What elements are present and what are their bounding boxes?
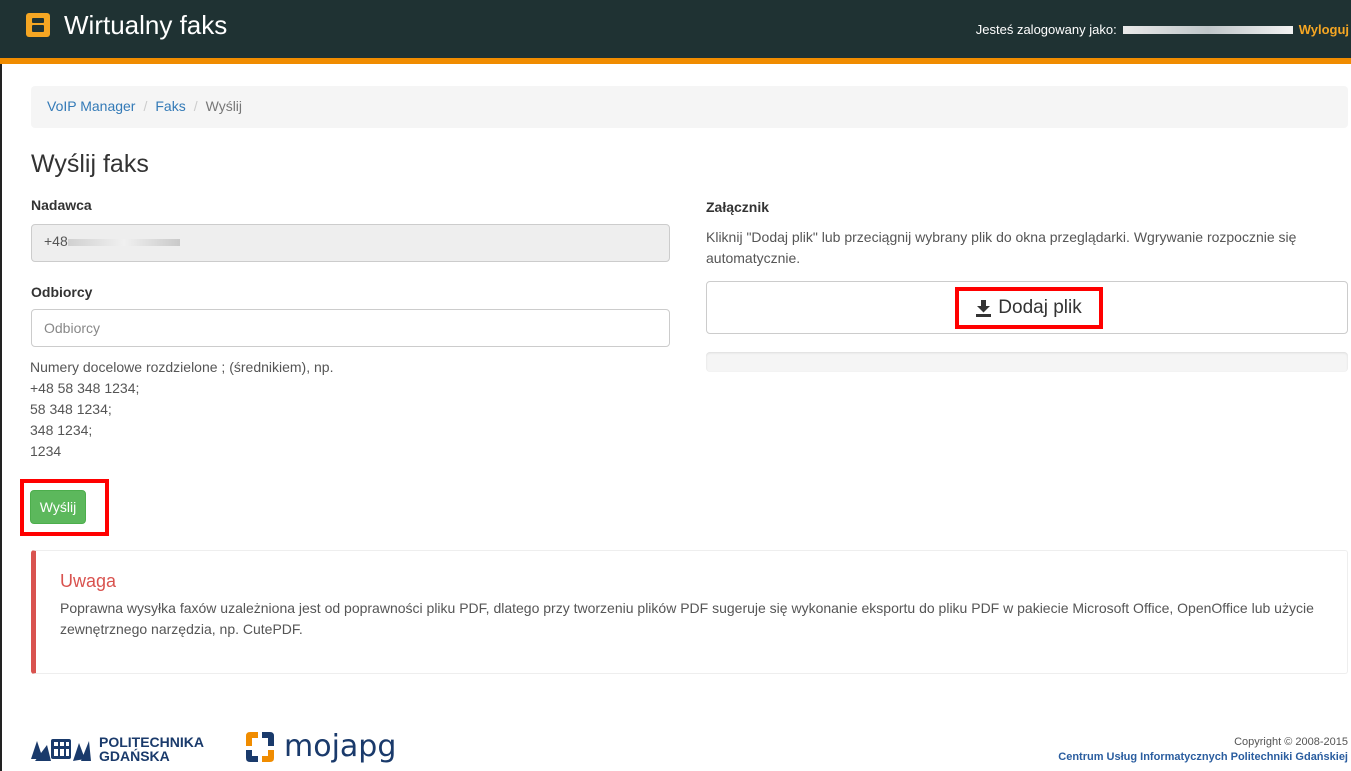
organization-link[interactable]: Centrum Usług Informatycznych Politechni… xyxy=(1058,750,1348,765)
moja-part: moja xyxy=(284,729,359,764)
breadcrumb: VoIP Manager / Faks / Wyślij xyxy=(31,86,1348,128)
mojapg-icon xyxy=(246,732,274,762)
sender-field: +48 xyxy=(31,224,670,262)
breadcrumb-voip-manager[interactable]: VoIP Manager xyxy=(47,98,135,114)
help-line: +48 58 348 1234; xyxy=(30,380,140,396)
add-file-button[interactable]: Dodaj plik xyxy=(963,293,1095,323)
attachment-label: Załącznik xyxy=(706,199,770,215)
breadcrumb-separator: / xyxy=(193,98,198,114)
logout-link[interactable]: Wyloguj xyxy=(1299,22,1351,37)
mojapg-text: mojapg xyxy=(284,730,396,764)
crest-icon xyxy=(31,739,91,761)
upload-progress-bar xyxy=(706,352,1348,372)
sender-label: Nadawca xyxy=(31,197,92,213)
copyright-text: Copyright © 2008-2015 xyxy=(1234,736,1348,748)
alert-title: Uwaga xyxy=(60,571,117,591)
recipients-input[interactable] xyxy=(31,309,670,347)
mojapg-logo[interactable]: mojapg xyxy=(242,730,396,764)
fax-icon xyxy=(26,13,50,37)
recipients-help: Numery docelowe rozdzielone ; (średnikie… xyxy=(30,357,333,462)
add-file-label: Dodaj plik xyxy=(998,297,1082,318)
masked-username xyxy=(1122,25,1293,34)
politechnika-logo[interactable]: POLITECHNIKA GDAŃSKA xyxy=(29,735,204,763)
sender-prefix: +48 xyxy=(44,233,68,249)
recipients-label: Odbiorcy xyxy=(31,284,93,300)
politechnika-text: POLITECHNIKA GDAŃSKA xyxy=(99,735,204,763)
app-title: Wirtualny faks xyxy=(64,10,228,40)
send-button[interactable]: Wyślij xyxy=(30,490,86,524)
top-navbar: Wirtualny faks Jesteś zalogowany jako: W… xyxy=(0,0,1351,64)
logo-line: GDAŃSKA xyxy=(99,748,170,764)
warning-alert: Uwaga Poprawna wysyłka faxów uzależniona… xyxy=(31,550,1348,674)
logged-in-label: Jesteś zalogowany jako: xyxy=(975,22,1117,37)
breadcrumb-active: Wyślij xyxy=(205,98,243,114)
download-icon xyxy=(976,299,992,317)
attachment-description: Kliknij "Dodaj plik" lub przeciągnij wyb… xyxy=(706,229,1297,266)
help-line: 348 1234; xyxy=(30,422,93,438)
help-line: Numery docelowe rozdzielone ; (średnikie… xyxy=(30,359,334,375)
brand[interactable]: Wirtualny faks xyxy=(26,10,227,40)
help-line: 1234 xyxy=(30,443,62,459)
pg-part: pg xyxy=(358,729,397,764)
masked-number xyxy=(67,238,180,246)
user-bar: Jesteś zalogowany jako: Wyloguj xyxy=(976,22,1351,37)
logo-line: POLITECHNIKA xyxy=(99,734,204,750)
breadcrumb-faks[interactable]: Faks xyxy=(155,98,185,114)
help-line: 58 348 1234; xyxy=(30,401,112,417)
copyright-block: Copyright © 2008-2015 Centrum Usług Info… xyxy=(1058,735,1348,765)
alert-body: Poprawna wysyłka faxów uzależniona jest … xyxy=(60,600,1314,637)
page-title: Wyślij faks xyxy=(31,150,149,178)
breadcrumb-separator: / xyxy=(143,98,148,114)
